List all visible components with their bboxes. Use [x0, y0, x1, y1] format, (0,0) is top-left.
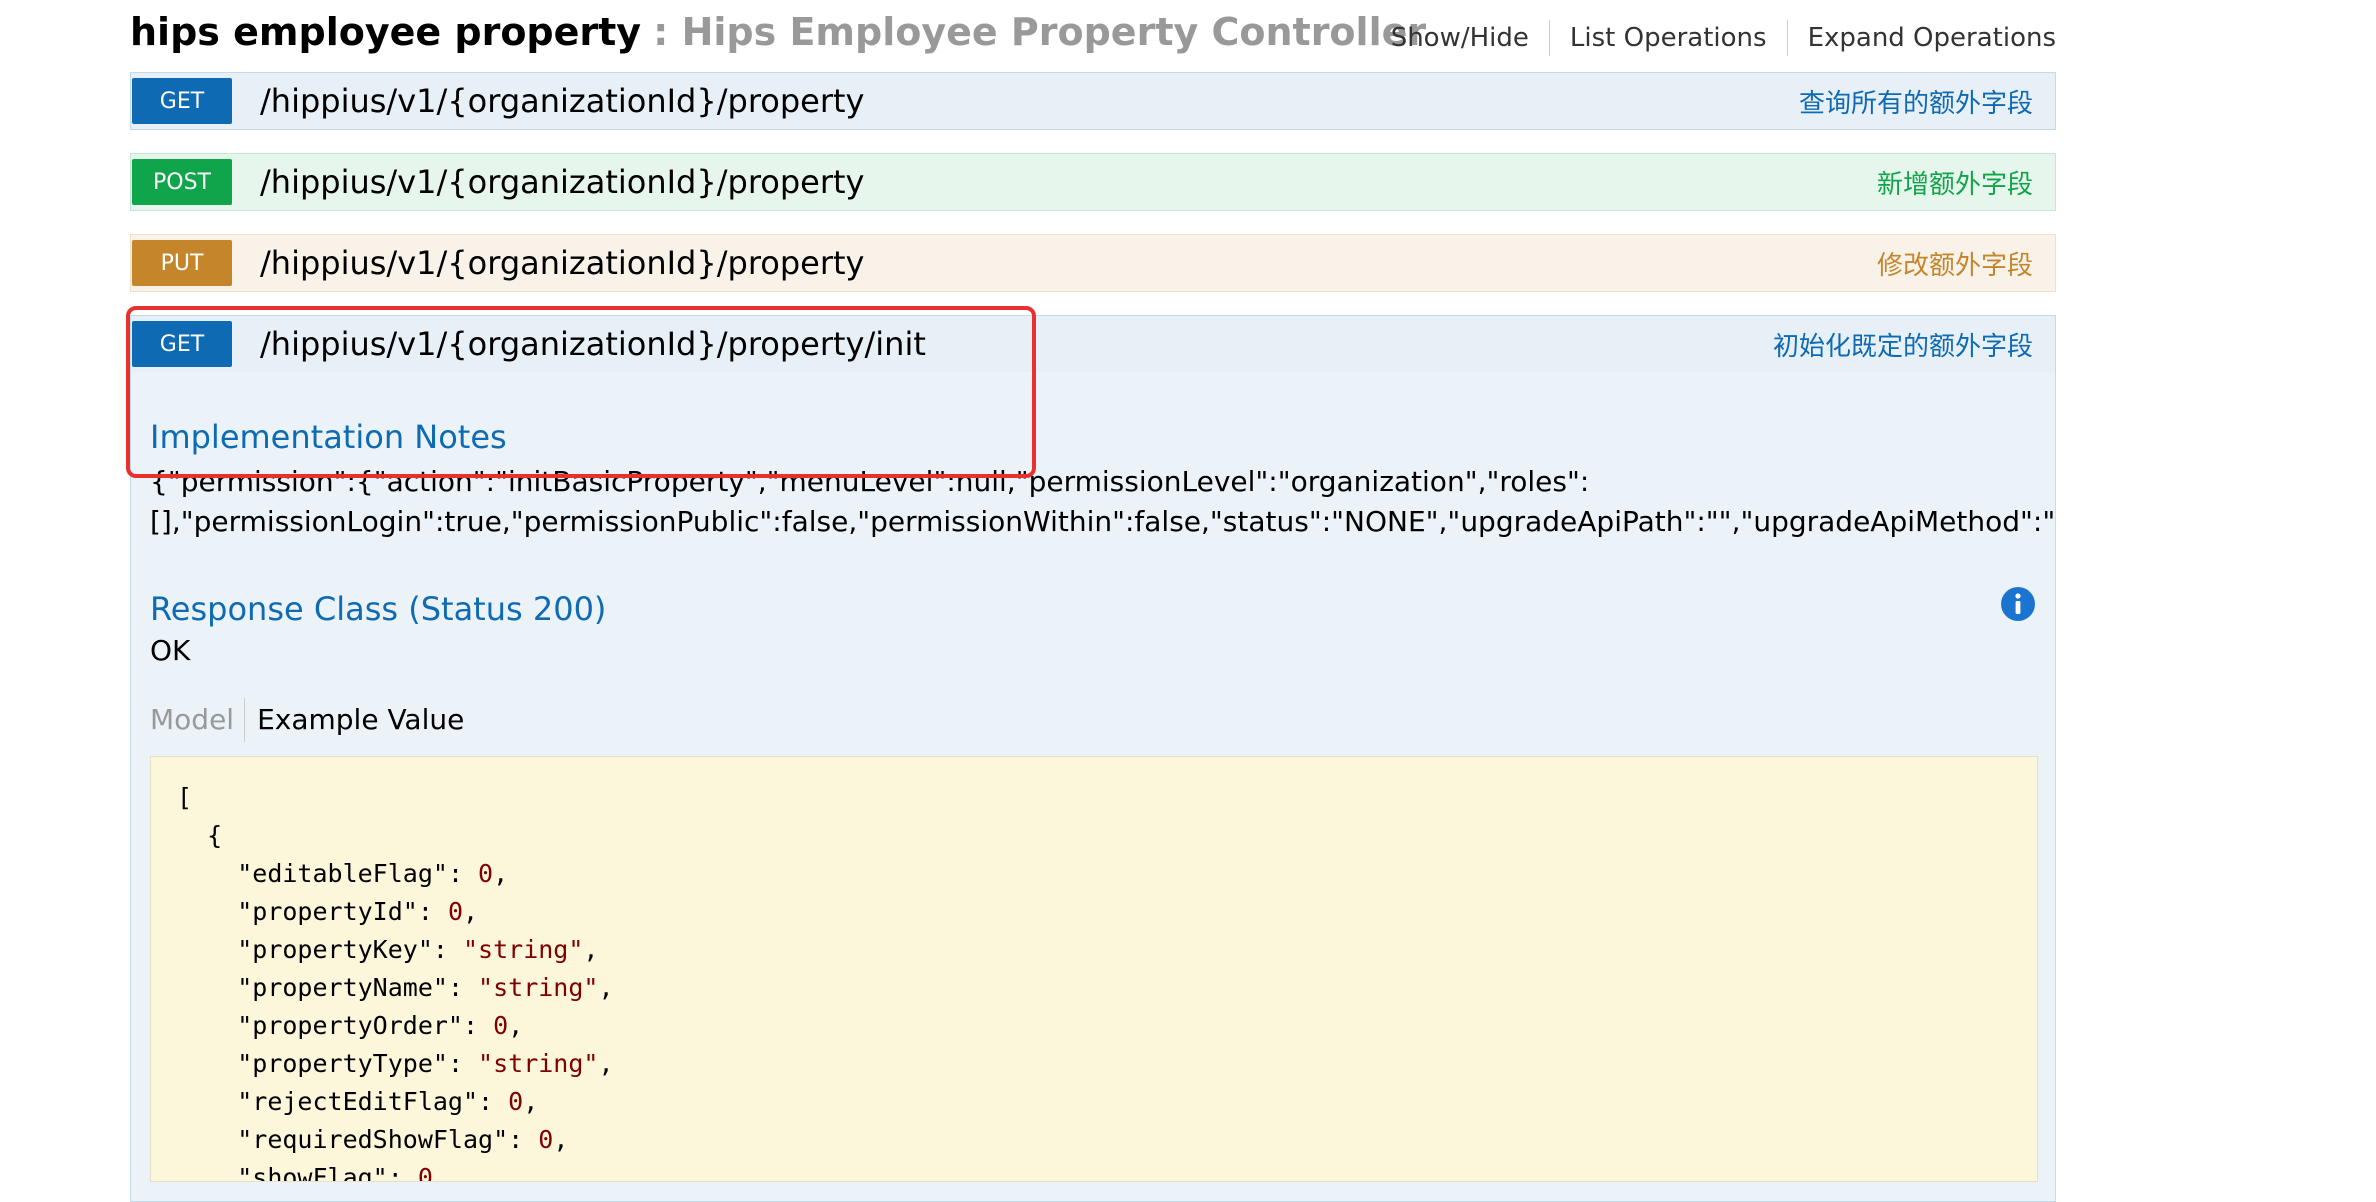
http-method-badge[interactable]: PUT [132, 240, 232, 286]
endpoint-get-property[interactable]: GET /hippius/v1/{organizationId}/propert… [130, 72, 2056, 130]
resource-operations: Show/Hide List Operations Expand Operati… [1371, 20, 2056, 56]
http-method-badge[interactable]: POST [132, 159, 232, 205]
json-key: "showFlag" [237, 1163, 388, 1182]
resource-name[interactable]: hips employee property [130, 10, 641, 54]
list-operations-link[interactable]: List Operations [1548, 20, 1787, 56]
resource-title[interactable]: hips employee property : Hips Employee P… [130, 10, 1426, 54]
json-key: "propertyId" [237, 897, 418, 926]
code-line: "requiredShowFlag": 0, [237, 1125, 569, 1154]
json-value: 0 [417, 1163, 433, 1182]
json-key: "propertyName" [237, 973, 448, 1002]
endpoint-path[interactable]: /hippius/v1/{organizationId}/property [260, 163, 864, 201]
highlight-annotation-box [126, 306, 1036, 478]
json-key: "propertyType" [237, 1049, 448, 1078]
json-value: "string" [478, 973, 599, 1002]
json-key: "propertyKey" [237, 935, 433, 964]
code-line: "propertyType": "string", [237, 1049, 614, 1078]
code-line: "showFlag": 0 [177, 1159, 2037, 1182]
json-value: 0 [447, 897, 464, 926]
json-brace: { [207, 821, 223, 850]
code-line: [ [177, 779, 2037, 817]
notes-line: [],"permissionLogin":true,"permissionPub… [150, 505, 2056, 538]
resource-description: : Hips Employee Property Controller [653, 10, 1427, 54]
json-key: "editableFlag" [237, 859, 448, 888]
endpoint-summary[interactable]: 初始化既定的额外字段 [1773, 326, 2033, 363]
code-line: "propertyKey": "string", [237, 935, 599, 964]
json-bracket: [ [177, 783, 193, 812]
endpoint-summary[interactable]: 新增额外字段 [1877, 164, 2033, 201]
endpoint-summary[interactable]: 修改额外字段 [1877, 245, 2033, 282]
info-circle-icon[interactable] [2000, 586, 2036, 622]
json-value: "string" [478, 1049, 599, 1078]
json-value: 0 [538, 1125, 554, 1154]
code-line: "propertyId": 0, [237, 897, 479, 926]
endpoint-post-property[interactable]: POST /hippius/v1/{organizationId}/proper… [130, 153, 2056, 211]
code-line: { [177, 817, 2037, 855]
json-key: "requiredShowFlag" [237, 1125, 509, 1154]
code-line: "rejectEditFlag": 0, [237, 1087, 539, 1116]
endpoint-put-property[interactable]: PUT /hippius/v1/{organizationId}/propert… [130, 234, 2056, 292]
json-value: "string" [463, 935, 584, 964]
json-key: "propertyOrder" [237, 1011, 463, 1040]
example-value-code[interactable]: [ { "editableFlag": 0, "propertyId": 0, … [150, 756, 2038, 1182]
response-status-text: OK [150, 634, 191, 667]
code-line: "propertyOrder": 0, [237, 1011, 524, 1040]
response-class-heading: Response Class (Status 200) [150, 590, 607, 628]
signature-tabs: Model Example Value [150, 698, 464, 742]
json-value: 0 [508, 1087, 524, 1116]
code-line: "propertyName": "string", [237, 973, 614, 1002]
json-value: 0 [478, 859, 494, 888]
resource-header: hips employee property : Hips Employee P… [130, 6, 2056, 64]
endpoint-summary[interactable]: 查询所有的额外字段 [1799, 83, 2033, 120]
json-key: "rejectEditFlag" [237, 1087, 479, 1116]
expand-operations-link[interactable]: Expand Operations [1786, 20, 2056, 56]
tab-model[interactable]: Model [150, 698, 246, 742]
endpoint-path[interactable]: /hippius/v1/{organizationId}/property [260, 244, 864, 282]
code-line: "editableFlag": 0, [237, 859, 509, 888]
show-hide-link[interactable]: Show/Hide [1371, 20, 1549, 56]
json-value: 0 [493, 1011, 509, 1040]
endpoint-path[interactable]: /hippius/v1/{organizationId}/property [260, 82, 864, 120]
tab-example-value[interactable]: Example Value [245, 698, 464, 742]
http-method-badge[interactable]: GET [132, 78, 232, 124]
